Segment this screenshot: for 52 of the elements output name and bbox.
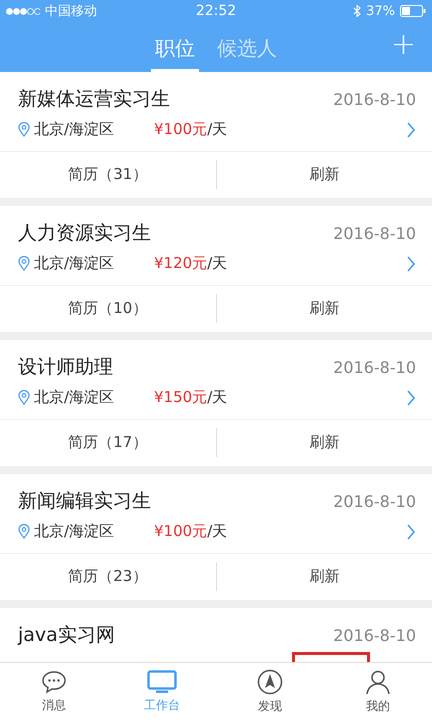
job-card[interactable]: 新媒体运营实习生 2016-8-10 北京/海淀区 ¥100元/天 简历（31） 刷新	[0, 72, 432, 198]
compass-icon	[257, 668, 283, 694]
nav-tab[interactable]: 发现	[216, 663, 324, 720]
job-location: 北京/海淀区	[34, 388, 116, 407]
chevron-right-icon[interactable]	[406, 256, 416, 272]
job-title: java实习网	[18, 623, 115, 648]
bluetooth-icon	[353, 5, 362, 17]
refresh-button[interactable]: 刷新	[216, 562, 432, 591]
job-location: 北京/海淀区	[34, 120, 116, 139]
location-pin-icon	[18, 122, 30, 137]
resume-button[interactable]: 简历（23）	[0, 554, 216, 599]
job-title: 新闻编辑实习生	[18, 489, 151, 514]
status-time: 22:52	[196, 3, 236, 19]
job-location: 北京/海淀区	[34, 522, 116, 541]
job-title: 设计师助理	[18, 355, 113, 380]
job-date: 2016-8-10	[333, 626, 416, 644]
job-salary: ¥100元/天	[154, 120, 228, 139]
job-card[interactable]: 设计师助理 2016-8-10 北京/海淀区 ¥150元/天 简历（17） 刷新	[0, 340, 432, 466]
nav-tab[interactable]: 我的	[324, 663, 432, 720]
chat-bubble-icon	[41, 670, 67, 694]
chevron-right-icon[interactable]	[406, 390, 416, 406]
job-salary: ¥120元/天	[154, 254, 228, 273]
monitor-icon	[147, 670, 177, 694]
refresh-button[interactable]: 刷新	[216, 428, 432, 457]
job-title: 人力资源实习生	[18, 221, 151, 246]
job-date: 2016-8-10	[333, 492, 416, 510]
job-card[interactable]: 人力资源实习生 2016-8-10 北京/海淀区 ¥120元/天 简历（10） 刷新	[0, 206, 432, 332]
carrier-name: 中国移动	[45, 3, 97, 20]
job-location: 北京/海淀区	[34, 254, 116, 273]
location-pin-icon	[18, 256, 30, 271]
refresh-button[interactable]: 刷新	[216, 160, 432, 189]
signal-icon	[6, 8, 40, 14]
nav-tab[interactable]: 消息	[0, 663, 108, 720]
job-salary: ¥100元/天	[154, 522, 228, 541]
person-icon	[365, 668, 391, 694]
refresh-button[interactable]: 刷新	[216, 294, 432, 323]
job-date: 2016-8-10	[333, 224, 416, 242]
location-pin-icon	[18, 390, 30, 405]
battery-icon	[400, 5, 426, 17]
location-pin-icon	[18, 524, 30, 539]
resume-button[interactable]: 简历（10）	[0, 286, 216, 331]
resume-button[interactable]: 简历（17）	[0, 420, 216, 465]
resume-button[interactable]: 简历（31）	[0, 152, 216, 197]
battery-percent: 37%	[366, 4, 395, 18]
job-salary: ¥150元/天	[154, 388, 228, 407]
chevron-right-icon[interactable]	[406, 122, 416, 138]
job-title: 新媒体运营实习生	[18, 87, 170, 112]
chevron-right-icon[interactable]	[406, 524, 416, 540]
job-card[interactable]: java实习网 2016-8-10	[0, 608, 432, 662]
job-date: 2016-8-10	[333, 358, 416, 376]
job-card[interactable]: 新闻编辑实习生 2016-8-10 北京/海淀区 ¥100元/天 简历（23） 刷新	[0, 474, 432, 600]
job-date: 2016-8-10	[333, 90, 416, 108]
